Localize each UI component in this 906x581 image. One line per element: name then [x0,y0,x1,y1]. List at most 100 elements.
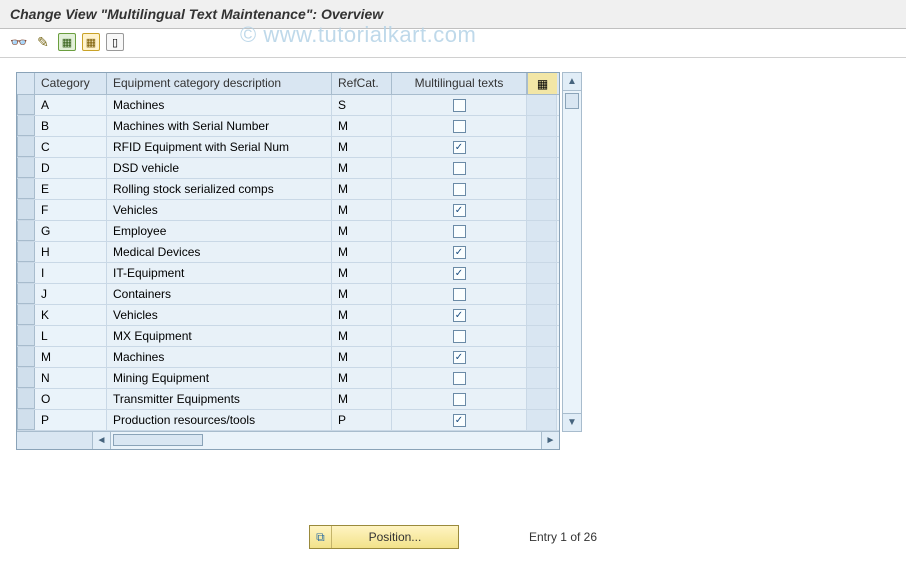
edit-icon[interactable]: ✎ [34,33,52,51]
cell-multilingual[interactable] [392,389,527,409]
table-row[interactable]: PProduction resources/toolsP ✓ [17,410,559,431]
table-row[interactable]: DDSD vehicleM [17,158,559,179]
multilingual-checkbox[interactable] [453,120,466,133]
row-selector[interactable] [17,158,35,178]
column-description[interactable]: Equipment category description [107,73,332,94]
cell-category[interactable]: M [35,347,107,367]
cell-category[interactable]: F [35,200,107,220]
cell-refcat[interactable]: M [332,389,392,409]
table-settings-button[interactable]: ▦ [527,73,557,94]
cell-refcat[interactable]: M [332,179,392,199]
cell-multilingual[interactable]: ✓ [392,137,527,157]
table-row[interactable]: AMachinesS [17,95,559,116]
select-block-icon[interactable]: ▦ [82,33,100,51]
multilingual-checkbox[interactable]: ✓ [453,414,466,427]
cell-refcat[interactable]: M [332,116,392,136]
cell-refcat[interactable]: M [332,200,392,220]
cell-refcat[interactable]: M [332,305,392,325]
cell-multilingual[interactable]: ✓ [392,263,527,283]
table-row[interactable]: MMachinesM ✓ [17,347,559,368]
row-selector[interactable] [17,326,35,346]
multilingual-checkbox[interactable] [453,162,466,175]
row-selector[interactable] [17,242,35,262]
h-scroll-left[interactable]: ◄ [93,432,111,449]
column-refcat[interactable]: RefCat. [332,73,392,94]
cell-description[interactable]: Transmitter Equipments [107,389,332,409]
column-multilingual[interactable]: Multilingual texts [392,73,527,94]
cell-refcat[interactable]: M [332,284,392,304]
multilingual-checkbox[interactable]: ✓ [453,309,466,322]
cell-description[interactable]: IT-Equipment [107,263,332,283]
h-scroll-thumb[interactable] [113,434,203,446]
cell-category[interactable]: E [35,179,107,199]
multilingual-checkbox[interactable] [453,288,466,301]
cell-description[interactable]: Rolling stock serialized comps [107,179,332,199]
cell-multilingual[interactable]: ✓ [392,410,527,430]
cell-description[interactable]: Mining Equipment [107,368,332,388]
v-scroll-thumb[interactable] [565,93,579,109]
multilingual-checkbox[interactable] [453,393,466,406]
cell-category[interactable]: G [35,221,107,241]
row-selector[interactable] [17,95,35,115]
cell-multilingual[interactable] [392,221,527,241]
cell-category[interactable]: J [35,284,107,304]
cell-refcat[interactable]: M [332,347,392,367]
select-all-icon[interactable]: ▦ [58,33,76,51]
cell-description[interactable]: Machines [107,95,332,115]
table-row[interactable]: ERolling stock serialized compsM [17,179,559,200]
cell-category[interactable]: I [35,263,107,283]
row-selector[interactable] [17,410,35,430]
table-row[interactable]: LMX EquipmentM [17,326,559,347]
table-row[interactable]: HMedical DevicesM✓ [17,242,559,263]
table-row[interactable]: KVehiclesM✓ [17,305,559,326]
cell-category[interactable]: B [35,116,107,136]
cell-refcat[interactable]: M [332,221,392,241]
cell-refcat[interactable]: M [332,158,392,178]
column-category[interactable]: Category [35,73,107,94]
row-selector[interactable] [17,389,35,409]
row-selector[interactable] [17,179,35,199]
cell-description[interactable]: Containers [107,284,332,304]
cell-refcat[interactable]: M [332,326,392,346]
row-selector[interactable] [17,305,35,325]
cell-description[interactable]: Vehicles [107,200,332,220]
cell-multilingual[interactable] [392,116,527,136]
cell-multilingual[interactable] [392,158,527,178]
cell-description[interactable]: MX Equipment [107,326,332,346]
cell-multilingual[interactable] [392,95,527,115]
cell-description[interactable]: Production resources/tools [107,410,332,430]
cell-category[interactable]: L [35,326,107,346]
cell-multilingual[interactable] [392,179,527,199]
multilingual-checkbox[interactable] [453,99,466,112]
table-row[interactable]: NMining EquipmentM [17,368,559,389]
multilingual-checkbox[interactable]: ✓ [453,351,466,364]
multilingual-checkbox[interactable]: ✓ [453,246,466,259]
horizontal-scrollbar[interactable]: ◄ ► [17,431,559,449]
cell-refcat[interactable]: P [332,410,392,430]
h-scroll-right[interactable]: ► [541,432,559,449]
cell-description[interactable]: RFID Equipment with Serial Num [107,137,332,157]
multilingual-checkbox[interactable] [453,225,466,238]
table-row[interactable]: BMachines with Serial NumberM [17,116,559,137]
cell-category[interactable]: P [35,410,107,430]
cell-category[interactable]: O [35,389,107,409]
row-selector[interactable] [17,347,35,367]
column-selector[interactable] [17,73,35,94]
table-row[interactable]: FVehiclesM✓ [17,200,559,221]
table-row[interactable]: CRFID Equipment with Serial NumM✓ [17,137,559,158]
cell-refcat[interactable]: M [332,242,392,262]
table-row[interactable]: JContainersM [17,284,559,305]
cell-multilingual[interactable]: ✓ [392,200,527,220]
position-button[interactable]: ⧉ Position... [309,525,459,549]
cell-refcat[interactable]: M [332,137,392,157]
deselect-all-icon[interactable]: ▯ [106,33,124,51]
cell-multilingual[interactable]: ✓ [392,305,527,325]
cell-multilingual[interactable]: ✓ [392,242,527,262]
cell-description[interactable]: Machines [107,347,332,367]
cell-category[interactable]: K [35,305,107,325]
multilingual-checkbox[interactable]: ✓ [453,141,466,154]
cell-refcat[interactable]: S [332,95,392,115]
h-scroll-track[interactable] [111,432,541,449]
row-selector[interactable] [17,263,35,283]
cell-category[interactable]: H [35,242,107,262]
